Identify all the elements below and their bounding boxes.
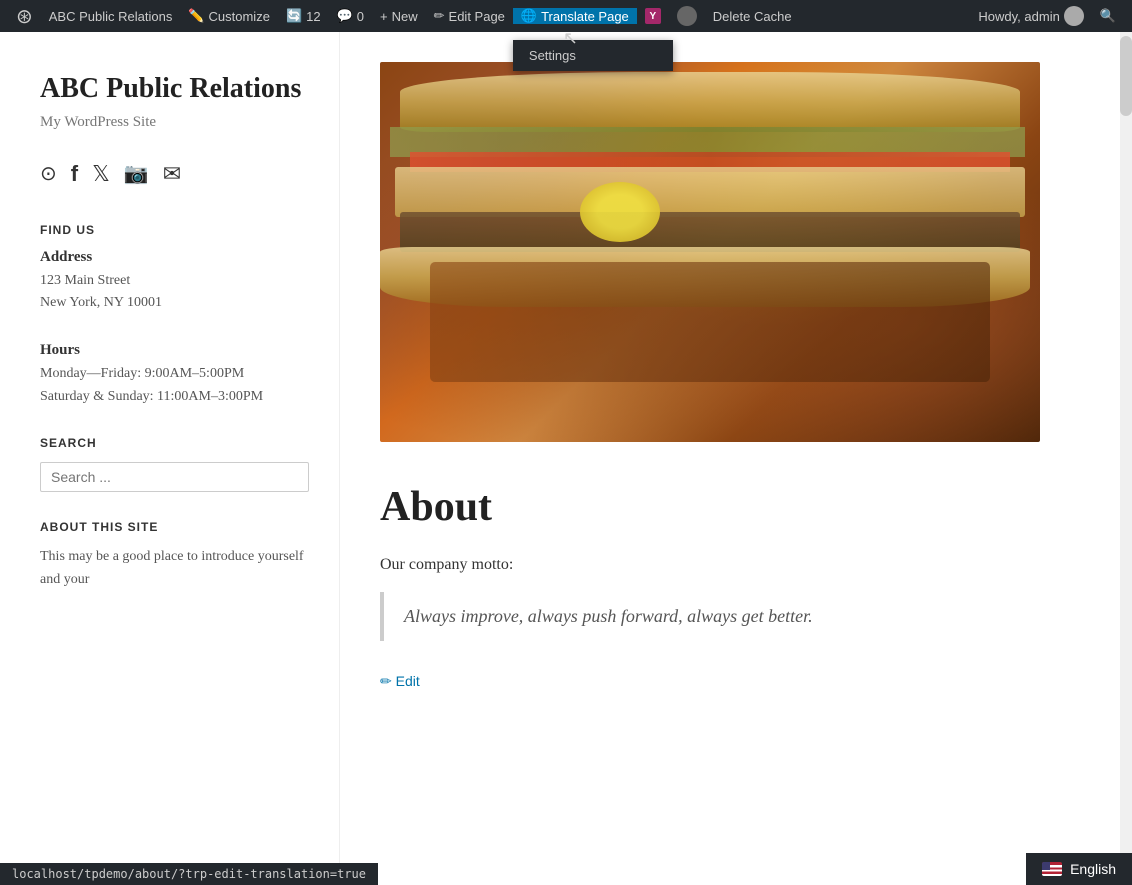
find-us-title: FIND US [40,223,309,237]
translate-page-label: Translate Page [541,9,629,24]
flag-icon [1042,862,1062,876]
hero-image [380,62,1040,442]
site-tagline: My WordPress Site [40,114,309,131]
instagram-icon[interactable]: 📷 [124,161,149,187]
comments-count: 0 [357,9,364,24]
about-site-section: ABOUT THIS SITE This may be a good place… [40,520,309,591]
edit-link-label: Edit [396,673,420,689]
site-name-button[interactable]: ABC Public Relations [41,0,181,32]
wp-logo-button[interactable]: ⊛ [8,0,41,32]
address-line2: New York, NY 10001 [40,292,309,314]
language-switcher[interactable]: English [1026,853,1132,885]
hours-weekday: Monday—Friday: 9:00AM–5:00PM [40,363,309,385]
edit-icon: ✏ [434,8,445,24]
motto-label: Our company motto: [380,556,1072,574]
address-label: Address [40,249,309,266]
blockquote-text: Always improve, always push forward, alw… [404,602,1072,631]
scrollbar-thumb[interactable] [1120,36,1132,116]
customize-button[interactable]: ✏️ Customize [180,0,278,32]
edit-pencil-icon: ✏ [380,673,392,689]
page-heading: About [380,482,1072,532]
cutting-board [430,262,990,382]
howdy-button[interactable]: Howdy, admin [970,6,1091,26]
howdy-label: Howdy, admin [978,9,1059,24]
cheese-layer [395,167,1025,217]
edit-page-label: Edit Page [449,9,505,24]
delete-cache-button[interactable]: Delete Cache [705,0,800,32]
status-url: localhost/tpdemo/about/?trp-edit-transla… [12,867,366,881]
site-name-label: ABC Public Relations [49,9,173,24]
search-icon: 🔍 [1100,8,1116,24]
comments-icon: 💬 [337,8,353,24]
rss-icon[interactable]: ⊙ [40,161,57,187]
settings-menu-item[interactable]: Settings [513,40,673,71]
scrollbar[interactable] [1120,32,1132,885]
search-button[interactable]: 🔍 [1092,8,1124,24]
hours-label: Hours [40,342,309,359]
yoast-icon: Y [645,8,661,24]
admin-avatar [1064,6,1084,26]
social-icons: ⊙ f 𝕏 📷 ✉ [40,161,309,187]
about-site-title: ABOUT THIS SITE [40,520,309,534]
egg-element [580,182,660,242]
translate-icon: 🌐 [521,8,537,24]
site-title: ABC Public Relations [40,72,309,106]
find-us-section: FIND US Address 123 Main Street New York… [40,223,309,315]
revisions-button[interactable]: 🔄 12 [278,0,329,32]
sidebar: ABC Public Relations My WordPress Site ⊙… [0,32,340,885]
user-status-button[interactable] [669,0,705,32]
page-wrapper: ABC Public Relations My WordPress Site ⊙… [0,32,1132,885]
search-section: SEARCH [40,436,309,492]
main-content: About Our company motto: Always improve,… [340,32,1132,885]
twitter-icon[interactable]: 𝕏 [92,161,110,187]
new-button[interactable]: + New [372,0,426,32]
search-title: SEARCH [40,436,309,450]
comments-button[interactable]: 💬 0 [329,0,372,32]
revisions-icon: 🔄 [286,8,302,24]
edit-link[interactable]: ✏ Edit [380,673,420,689]
meat-layer [400,212,1020,252]
language-label: English [1070,861,1116,877]
wp-logo-icon: ⊛ [16,4,33,29]
email-icon[interactable]: ✉ [163,161,181,187]
revisions-count: 12 [306,9,320,24]
yoast-button[interactable]: Y [637,0,669,32]
hours-section: Hours Monday—Friday: 9:00AM–5:00PM Satur… [40,342,309,408]
customize-label: Customize [209,9,270,24]
about-site-text: This may be a good place to introduce yo… [40,546,309,591]
flag-canton [1042,862,1050,870]
hours-weekend: Saturday & Sunday: 11:00AM–3:00PM [40,386,309,408]
plus-icon: + [380,9,388,24]
admin-bar: ⊛ ABC Public Relations ✏️ Customize 🔄 12… [0,0,1132,32]
address-line1: 123 Main Street [40,270,309,292]
edit-page-button[interactable]: ✏ Edit Page [426,0,513,32]
status-bar: localhost/tpdemo/about/?trp-edit-transla… [0,863,378,885]
new-label: New [392,9,418,24]
admin-bar-right: Howdy, admin 🔍 [970,6,1124,26]
user-avatar-icon [677,6,697,26]
delete-cache-label: Delete Cache [713,9,792,24]
translate-page-button[interactable]: 🌐 Translate Page [513,8,637,24]
company-motto-blockquote: Always improve, always push forward, alw… [380,592,1072,641]
customize-icon: ✏️ [188,8,204,24]
translate-page-container: 🌐 Translate Page Settings ↖ [513,8,637,24]
search-input[interactable] [40,462,309,492]
bread-top [400,72,1020,132]
translate-dropdown-menu: Settings [513,40,673,71]
facebook-icon[interactable]: f [71,161,78,187]
